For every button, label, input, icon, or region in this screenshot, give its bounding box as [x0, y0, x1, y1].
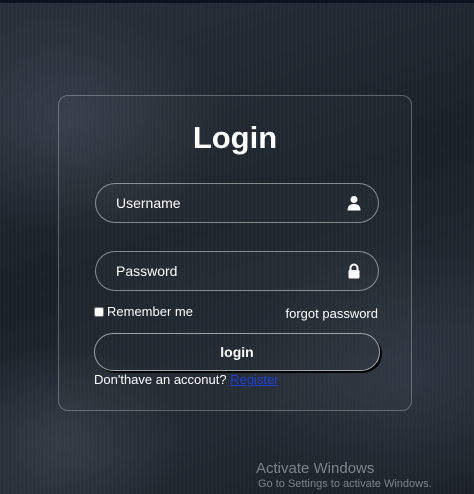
- username-input[interactable]: [116, 184, 336, 222]
- remember-me-row: Remember me: [94, 304, 193, 319]
- user-icon: [347, 196, 361, 211]
- login-title: Login: [192, 120, 278, 155]
- password-input[interactable]: [116, 252, 336, 290]
- remember-me-label: Remember me: [107, 304, 193, 319]
- login-button[interactable]: login: [94, 333, 380, 371]
- password-field-wrapper: [95, 251, 379, 291]
- register-row: Don'thave an acconut? Register: [94, 372, 279, 387]
- remember-me-checkbox[interactable]: [94, 306, 104, 317]
- activate-windows-subtitle: Go to Settings to activate Windows.: [258, 478, 432, 490]
- lock-icon: [348, 263, 360, 279]
- register-link[interactable]: Register: [230, 372, 278, 387]
- register-prompt: Don'thave an acconut?: [94, 372, 227, 387]
- forgot-password-link[interactable]: forgot password: [286, 306, 379, 321]
- activate-windows-title: Activate Windows: [256, 460, 375, 477]
- top-edge-bar: [0, 0, 474, 3]
- login-card: Login Remember me forgot password login …: [58, 95, 412, 411]
- username-field-wrapper: [95, 183, 379, 223]
